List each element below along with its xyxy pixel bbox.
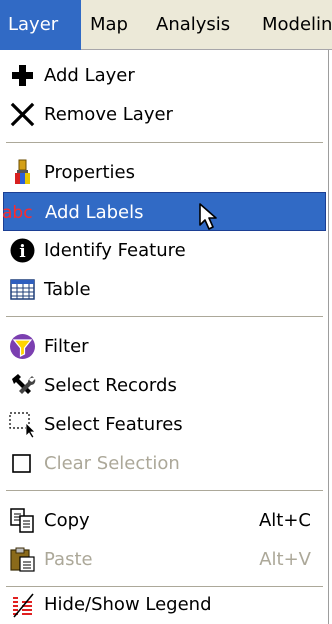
paste-icon bbox=[8, 545, 37, 574]
menu-item-label: Clear Selection bbox=[44, 453, 180, 474]
legend-icon bbox=[8, 590, 37, 619]
filter-icon bbox=[8, 332, 37, 361]
shortcut-label: Alt+C bbox=[258, 510, 311, 531]
menu-item-copy[interactable]: Copy Alt+C bbox=[3, 501, 326, 540]
menu-item-label: Table bbox=[44, 279, 91, 300]
menu-item-label: Add Layer bbox=[44, 65, 135, 86]
menu-item-label: Add Labels bbox=[45, 202, 144, 223]
menubar: Layer Map Analysis Modelin bbox=[0, 0, 332, 50]
menu-item-label: Remove Layer bbox=[44, 104, 173, 125]
table-icon bbox=[8, 275, 37, 304]
info-icon: i bbox=[8, 236, 37, 265]
hammer-wrench-icon bbox=[8, 371, 37, 400]
menubar-item-map[interactable]: Map bbox=[90, 0, 128, 50]
menu-item-label: Select Features bbox=[44, 414, 183, 435]
menu-item-label: Properties bbox=[44, 162, 135, 183]
menu-item-table[interactable]: Table bbox=[3, 270, 326, 309]
menu-item-label: Copy bbox=[44, 510, 90, 531]
menu-separator bbox=[6, 142, 323, 144]
layer-dropdown-menu: Add Layer Remove Layer Properties abc Ad… bbox=[0, 50, 329, 624]
menu-item-clear-selection[interactable]: Clear Selection bbox=[3, 444, 326, 483]
menu-item-label: Filter bbox=[44, 336, 89, 357]
menu-item-add-layer[interactable]: Add Layer bbox=[3, 56, 326, 95]
menubar-item-layer[interactable]: Layer bbox=[0, 0, 81, 50]
menu-item-select-records[interactable]: Select Records bbox=[3, 366, 326, 405]
paintbrush-icon bbox=[8, 158, 37, 187]
x-icon bbox=[8, 100, 37, 129]
menu-item-add-labels[interactable]: abc Add Labels bbox=[1, 192, 326, 231]
copy-icon bbox=[8, 506, 37, 535]
plus-icon bbox=[8, 61, 37, 90]
svg-text:i: i bbox=[19, 242, 26, 262]
menu-item-identify-feature[interactable]: i Identify Feature bbox=[3, 231, 326, 270]
menu-item-label: Hide/Show Legend bbox=[44, 594, 212, 615]
menu-item-select-features[interactable]: Select Features bbox=[3, 405, 326, 444]
screen: Layer Map Analysis Modelin Add Layer Rem… bbox=[0, 0, 332, 624]
menubar-item-analysis[interactable]: Analysis bbox=[156, 0, 230, 50]
menu-item-hide-show-legend[interactable]: Hide/Show Legend bbox=[3, 585, 326, 624]
menubar-item-modeling[interactable]: Modelin bbox=[262, 0, 332, 50]
menu-item-label: Identify Feature bbox=[44, 240, 186, 261]
abc-labels-icon: abc bbox=[1, 197, 39, 226]
menu-item-properties[interactable]: Properties bbox=[3, 153, 326, 192]
menu-item-paste[interactable]: Paste Alt+V bbox=[3, 540, 326, 579]
shortcut-label: Alt+V bbox=[259, 549, 311, 570]
menu-item-filter[interactable]: Filter bbox=[3, 327, 326, 366]
checkbox-icon bbox=[8, 449, 37, 478]
svg-text:abc: abc bbox=[2, 203, 33, 223]
menu-item-label: Select Records bbox=[44, 375, 177, 396]
select-features-icon bbox=[8, 410, 37, 439]
menu-separator bbox=[6, 490, 323, 492]
menu-item-label: Paste bbox=[44, 549, 93, 570]
menu-item-remove-layer[interactable]: Remove Layer bbox=[3, 95, 326, 134]
menu-separator bbox=[6, 316, 323, 318]
mouse-cursor-icon bbox=[199, 203, 217, 230]
